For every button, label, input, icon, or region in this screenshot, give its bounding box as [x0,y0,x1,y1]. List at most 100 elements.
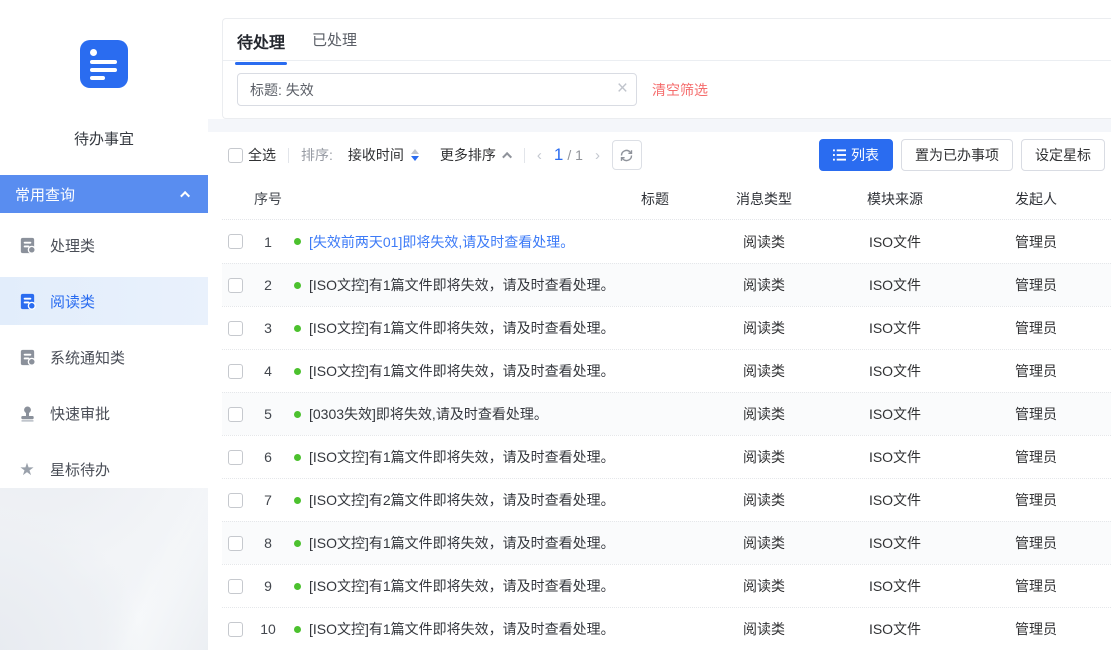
clear-all-filters-link[interactable]: 清空筛选 [652,80,708,100]
sidebar-item-system-notice[interactable]: 系统通知类 [0,333,208,381]
row-number: 6 [248,449,288,465]
row-module-source: ISO文件 [829,447,961,467]
row-title-cell: [ISO文控]有1篇文件即将失效，请及时查看处理。 [288,576,699,596]
row-initiator: 管理员 [961,318,1111,338]
row-title-cell: [0303失效]即将失效,请及时查看处理。 [288,404,699,424]
unread-dot-icon [294,368,301,375]
mark-as-done-button[interactable]: 置为已办事项 [901,139,1013,171]
select-all-checkbox[interactable] [228,148,243,163]
prev-page-arrow[interactable]: ‹ [537,147,542,164]
chevron-up-icon[interactable] [502,151,512,161]
row-title-link[interactable]: [ISO文控]有1篇文件即将失效，请及时查看处理。 [309,619,615,639]
refresh-button[interactable] [612,140,642,170]
row-number: 2 [248,277,288,293]
set-star-button[interactable]: 设定星标 [1021,139,1105,171]
row-title-link[interactable]: [ISO文控]有1篇文件即将失效，请及时查看处理。 [309,533,615,553]
row-checkbox-cell [222,579,248,594]
row-checkbox-cell [222,493,248,508]
sidebar-item-label: 处理类 [50,235,95,256]
row-message-type: 阅读类 [699,576,829,596]
row-title-link[interactable]: [0303失效]即将失效,请及时查看处理。 [309,404,548,424]
row-message-type: 阅读类 [699,361,829,381]
row-checkbox[interactable] [228,278,243,293]
row-checkbox[interactable] [228,407,243,422]
star-icon: ★ [17,459,37,479]
table-row: 2[ISO文控]有1篇文件即将失效，请及时查看处理。阅读类ISO文件管理员 [222,263,1111,306]
list-view-button[interactable]: 列表 [819,139,893,171]
row-title-cell: [ISO文控]有1篇文件即将失效，请及时查看处理。 [288,619,699,639]
row-module-source: ISO文件 [829,404,961,424]
header-title: 标题 [288,189,699,209]
row-initiator: 管理员 [961,619,1111,639]
row-title-link[interactable]: [ISO文控]有2篇文件即将失效，请及时查看处理。 [309,490,615,510]
header-no: 序号 [248,189,288,209]
app-title: 待办事宜 [0,128,208,149]
select-all-label[interactable]: 全选 [248,145,276,165]
tab-processed[interactable]: 已处理 [312,29,357,62]
row-title-link[interactable]: [ISO文控]有1篇文件即将失效，请及时查看处理。 [309,576,615,596]
row-title-cell: [ISO文控]有1篇文件即将失效，请及时查看处理。 [288,533,699,553]
more-sort-button[interactable]: 更多排序 [440,145,496,165]
sidebar-item-label: 星标待办 [50,459,110,480]
sidebar-menu: 处理类 阅读类 系统通知类 快速审批 ★ 星标待办 [0,221,208,493]
sidebar-item-starred[interactable]: ★ 星标待办 [0,445,208,493]
row-initiator: 管理员 [961,533,1111,553]
row-title-link[interactable]: [ISO文控]有1篇文件即将失效，请及时查看处理。 [309,318,615,338]
next-page-arrow[interactable]: › [595,147,600,164]
page-total: / 1 [567,147,583,163]
sidebar-item-read[interactable]: 阅读类 [0,277,208,325]
chevron-up-icon [180,190,190,200]
header-type: 消息类型 [699,189,829,209]
sidebar: 待办事宜 常用查询 处理类 阅读类 系统通知类 快速审批 [0,0,208,650]
row-checkbox[interactable] [228,536,243,551]
title-filter-input[interactable] [237,73,637,106]
row-module-source: ISO文件 [829,318,961,338]
filter-row: × 清空筛选 [223,61,1111,106]
row-title-link[interactable]: [失效前两天01]即将失效,请及时查看处理。 [309,232,574,252]
row-initiator: 管理员 [961,576,1111,596]
clear-input-x-icon[interactable]: × [617,77,628,101]
section-label: 常用查询 [15,184,75,205]
row-title-link[interactable]: [ISO文控]有1篇文件即将失效，请及时查看处理。 [309,275,615,295]
stamp-approve-icon [17,403,37,423]
sidebar-item-process[interactable]: 处理类 [0,221,208,269]
row-checkbox-cell [222,536,248,551]
tab-pending[interactable]: 待处理 [237,29,285,65]
sidebar-section-common-queries[interactable]: 常用查询 [0,175,208,213]
table-row: 7[ISO文控]有2篇文件即将失效，请及时查看处理。阅读类ISO文件管理员 [222,478,1111,521]
row-title-cell: [ISO文控]有2篇文件即将失效，请及时查看处理。 [288,490,699,510]
unread-dot-icon [294,583,301,590]
row-checkbox[interactable] [228,579,243,594]
row-message-type: 阅读类 [699,318,829,338]
row-checkbox[interactable] [228,234,243,249]
refresh-circular-arrows-icon [619,148,634,163]
row-title-link[interactable]: [ISO文控]有1篇文件即将失效，请及时查看处理。 [309,447,615,467]
row-checkbox[interactable] [228,321,243,336]
todo-list-icon [80,40,128,88]
filter-card: 待处理 已处理 × 清空筛选 [222,18,1111,119]
list-lines-icon [833,149,846,161]
row-module-source: ISO文件 [829,619,961,639]
row-module-source: ISO文件 [829,533,961,553]
row-initiator: 管理员 [961,490,1111,510]
row-number: 9 [248,578,288,594]
sort-direction-icon[interactable] [411,149,419,161]
table-header-row: 序号 标题 消息类型 模块来源 发起人 [222,178,1111,220]
sidebar-decoration [0,488,208,650]
row-checkbox[interactable] [228,622,243,637]
row-module-source: ISO文件 [829,490,961,510]
sort-field-receive-time[interactable]: 接收时间 [348,145,404,165]
row-title-link[interactable]: [ISO文控]有1篇文件即将失效，请及时查看处理。 [309,361,615,381]
row-checkbox[interactable] [228,364,243,379]
toolbar-divider [288,148,289,163]
current-page-number: 1 [554,145,563,165]
table-row: 1[失效前两天01]即将失效,请及时查看处理。阅读类ISO文件管理员 [222,220,1111,263]
row-message-type: 阅读类 [699,275,829,295]
row-number: 4 [248,363,288,379]
row-module-source: ISO文件 [829,576,961,596]
sidebar-item-quick-approve[interactable]: 快速审批 [0,389,208,437]
row-checkbox[interactable] [228,493,243,508]
table-row: 10[ISO文控]有1篇文件即将失效，请及时查看处理。阅读类ISO文件管理员 [222,607,1111,650]
row-title-cell: [ISO文控]有1篇文件即将失效，请及时查看处理。 [288,361,699,381]
row-checkbox[interactable] [228,450,243,465]
